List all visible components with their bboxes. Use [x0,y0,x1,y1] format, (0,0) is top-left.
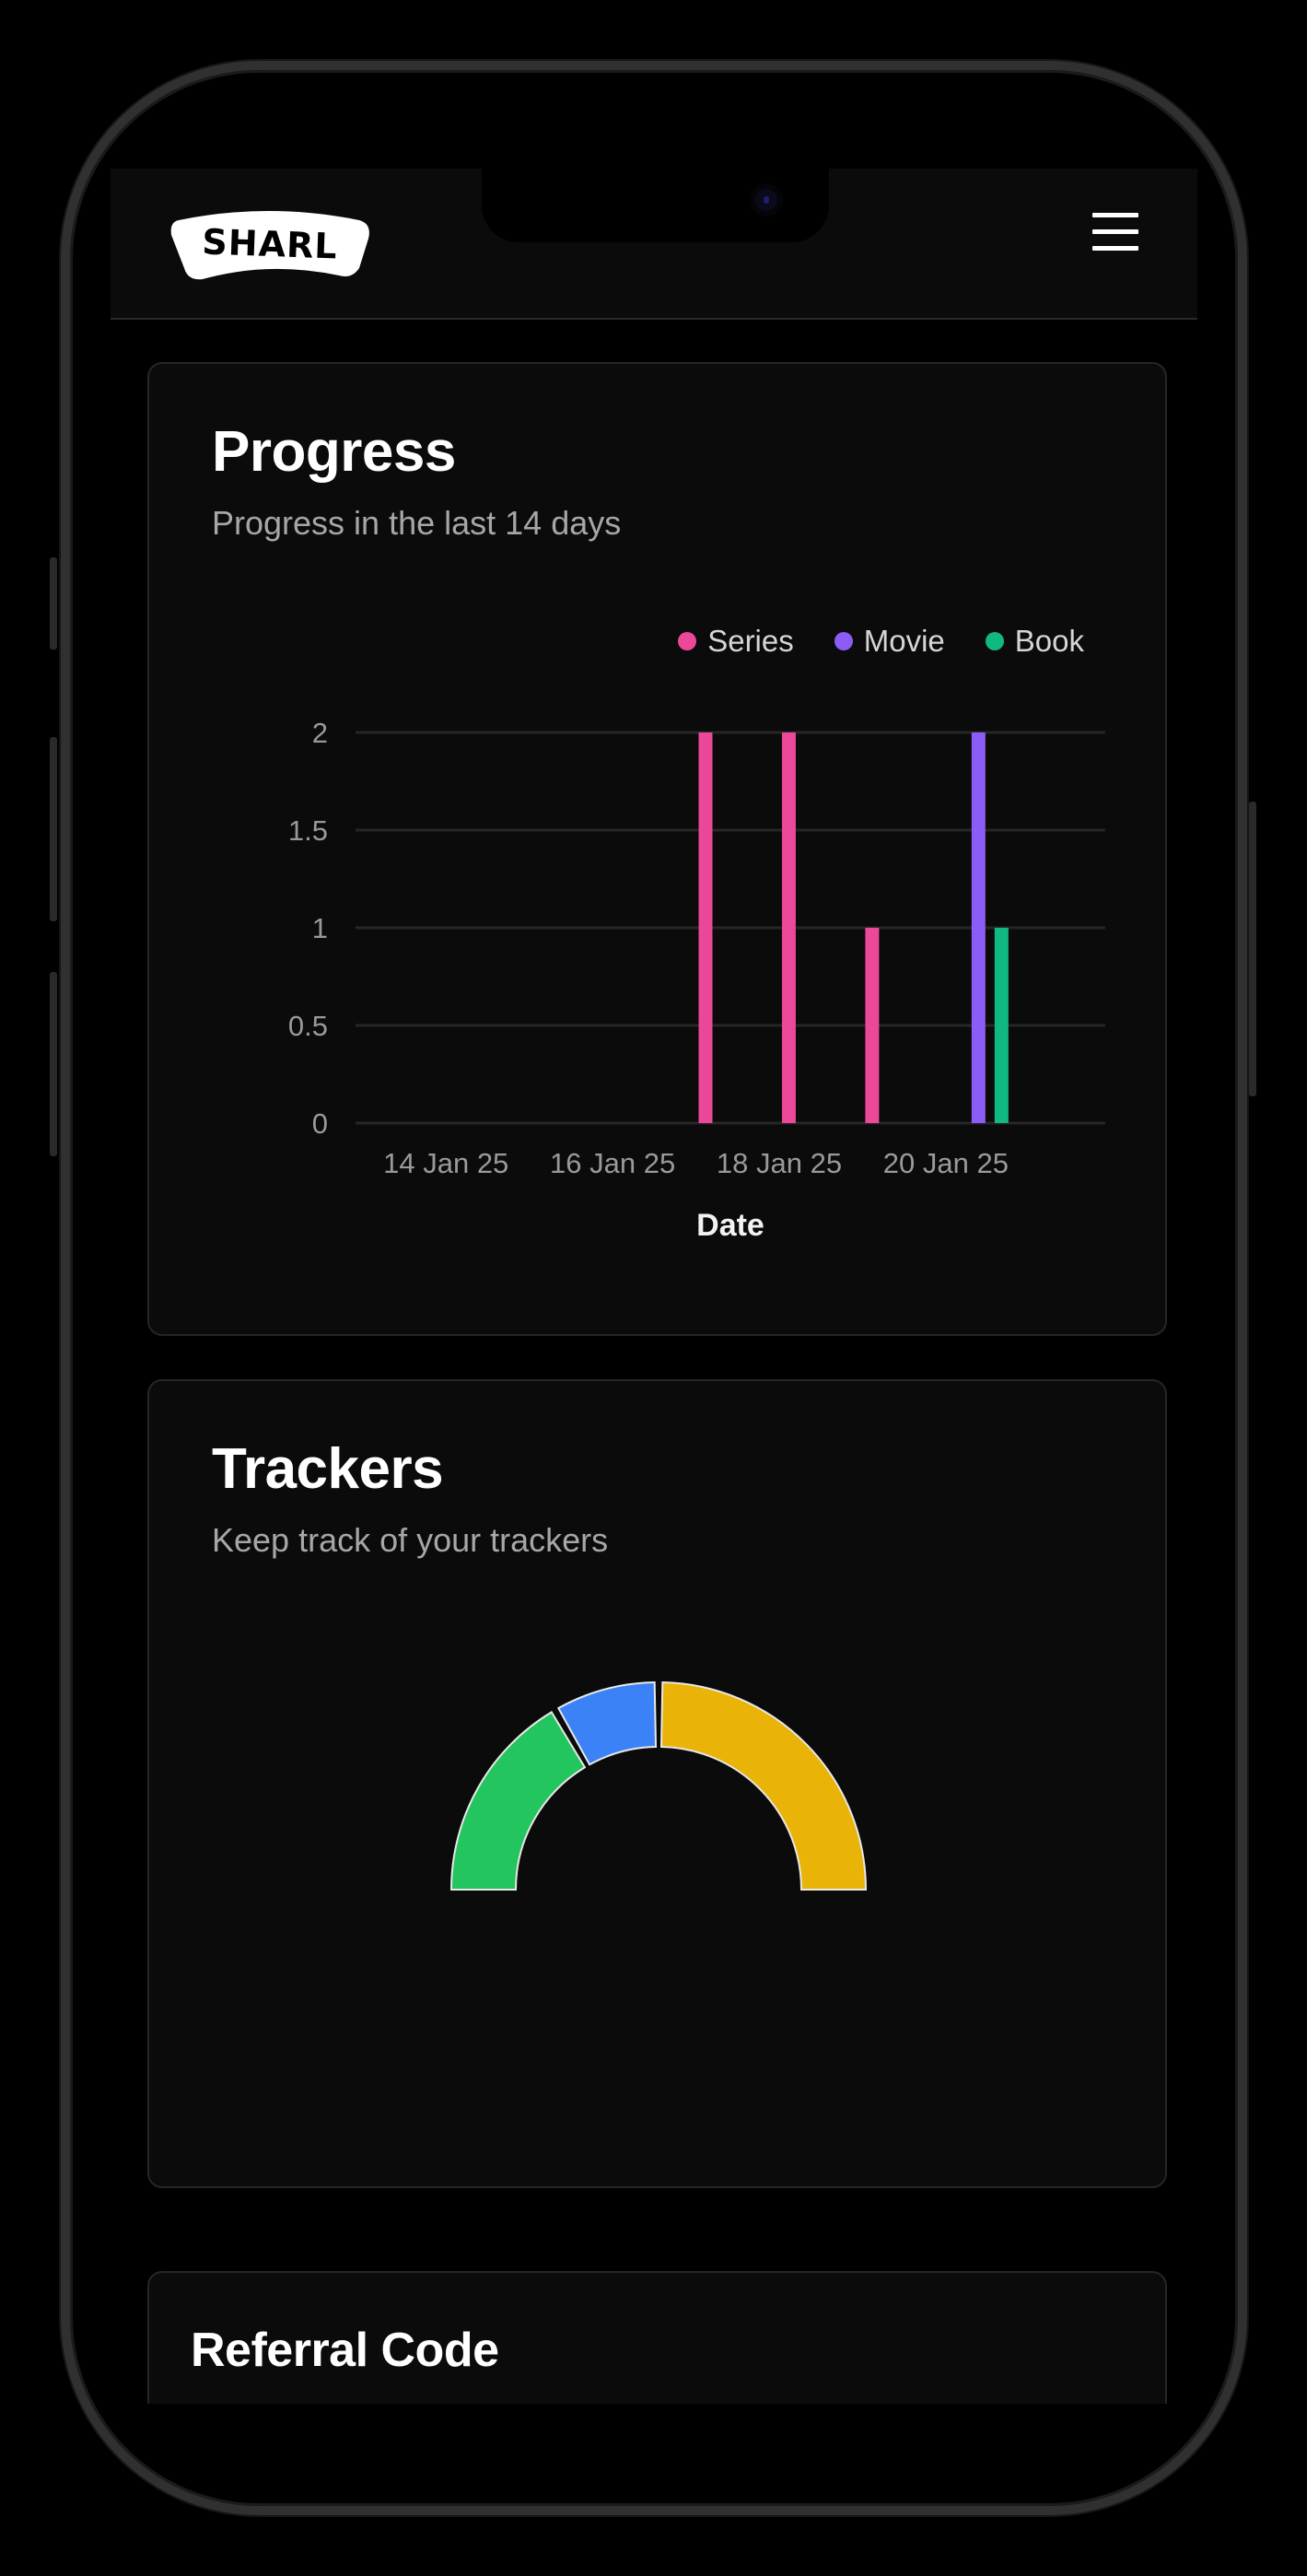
sharl-logo[interactable]: SHARL [168,207,372,281]
front-camera [755,189,777,211]
y-tick-label: 1 [312,912,328,944]
trackers-half-donut-chart [449,1681,868,1891]
bar-series[interactable] [865,928,880,1123]
phone-power-button [1249,802,1256,1096]
hamburger-menu-icon[interactable] [1092,213,1138,252]
dynamic-island [482,169,829,242]
y-tick-label: 1.5 [288,814,328,847]
x-tick-label: 20 Jan 25 [883,1147,1009,1179]
progress-bar-chart: 0 0.5 1 1.5 2 14 Jan 25 16 Jan 25 18 Jan 25 20 J… [288,717,1105,1243]
bar-series[interactable] [698,732,713,1123]
x-tick-label: 14 Jan 25 [383,1147,508,1179]
x-axis-label: Date [696,1208,764,1243]
referral-card: Referral Code [147,2271,1167,2404]
referral-card-title: Referral Code [191,2324,499,2377]
x-tick-label: 16 Jan 25 [550,1147,675,1179]
bar-movie[interactable] [971,732,986,1123]
app-screen: SHARL Progress Progress in the last 14 d… [111,169,1197,2404]
phone-volume-down-button [50,972,57,1156]
y-tick-label: 0 [312,1107,328,1140]
logo-text: SHARL [201,221,339,267]
bar-series[interactable] [781,732,796,1123]
donut-slice-not-started[interactable] [659,1681,868,1891]
progress-card: Progress Progress in the last 14 days Se… [147,362,1167,1336]
donut-slice-completed[interactable] [449,1710,587,1891]
x-tick-label: 18 Jan 25 [717,1147,842,1179]
bar-book[interactable] [994,928,1009,1123]
phone-action-button [50,557,57,650]
phone-volume-up-button [50,737,57,921]
y-tick-label: 2 [312,717,328,749]
trackers-card: Trackers Keep track of your trackers Com… [147,1379,1167,2188]
y-tick-label: 0.5 [288,1010,328,1042]
